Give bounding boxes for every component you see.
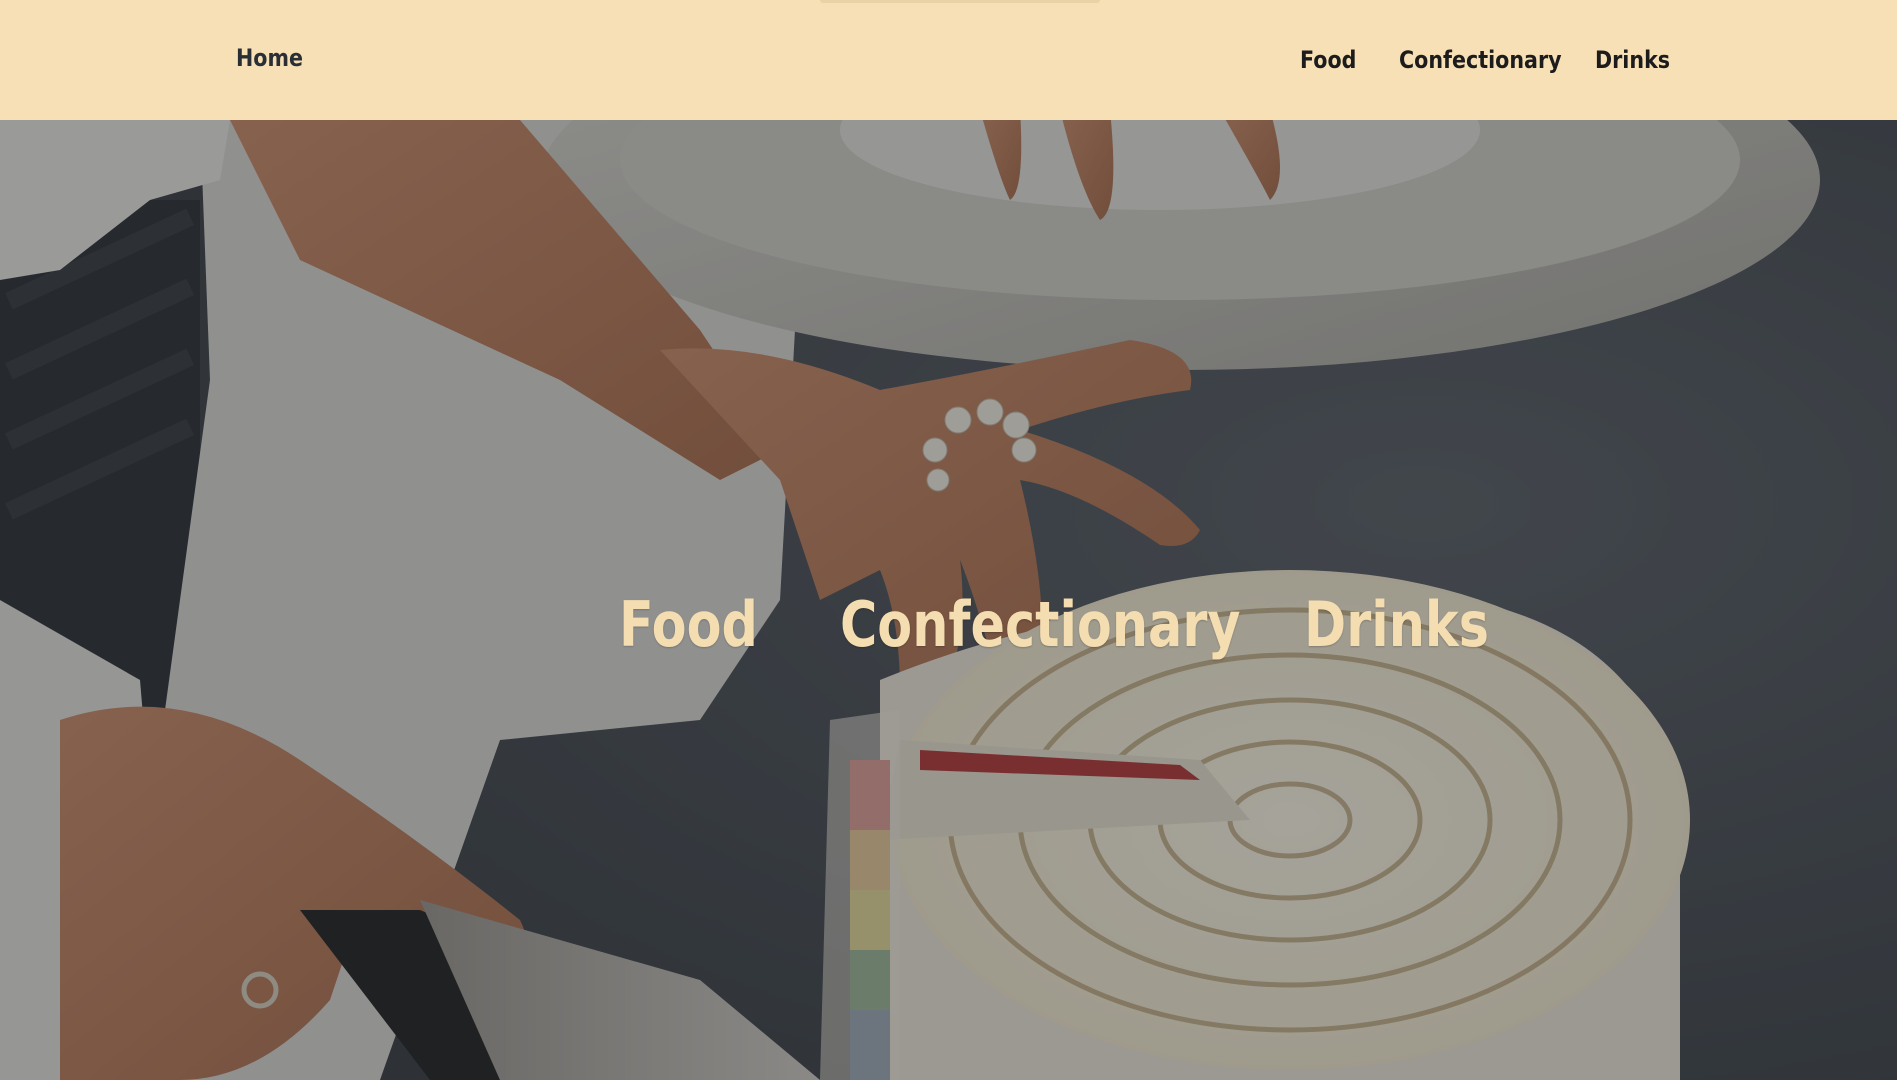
nav-drinks-link[interactable]: Drinks [1595,46,1670,74]
hero-drinks-link[interactable]: Drinks [1304,594,1489,656]
navbar-notch [820,0,1100,3]
hero-section: Food Confectionary Drinks [0,120,1897,1080]
nav-confectionary-link[interactable]: Confectionary [1399,46,1562,74]
hero-confectionary-link[interactable]: Confectionary [840,594,1241,656]
top-navbar: Home Food Confectionary Drinks [0,0,1897,120]
nav-food-link[interactable]: Food [1300,46,1356,74]
hero-food-link[interactable]: Food [619,594,758,656]
nav-home-link[interactable]: Home [236,44,303,72]
